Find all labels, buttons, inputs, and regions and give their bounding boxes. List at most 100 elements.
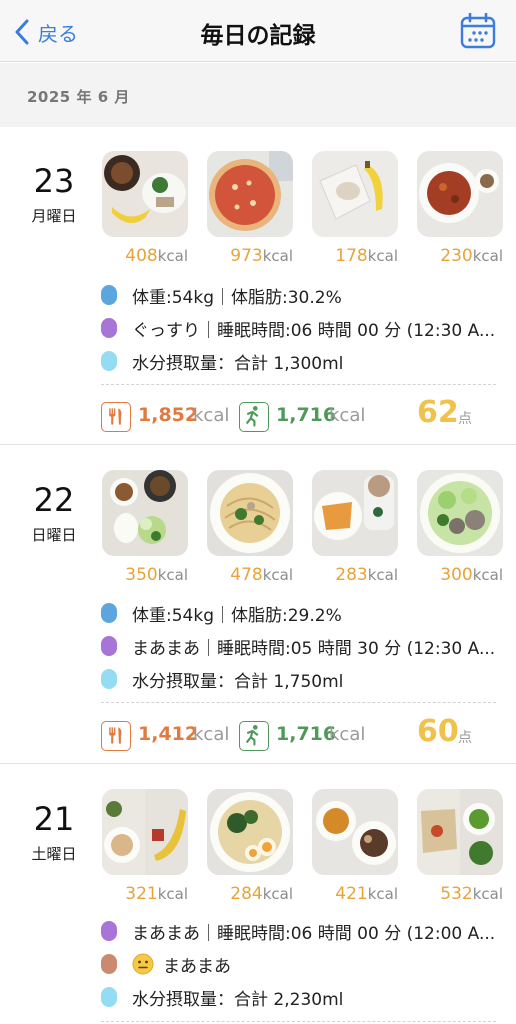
sleep-row: まあまあ｜睡眠時間:05 時間 30 分 (12:30 A...: [101, 634, 496, 659]
intake-kcal: 1,852: [138, 404, 199, 426]
water-row: 水分摂取量：合計 1,300ml: [101, 349, 344, 374]
weight-text: 体重:54kg｜体脂肪:30.2%: [132, 287, 342, 308]
kcal-value: 973: [230, 246, 263, 266]
intake-unit: kcal: [193, 405, 230, 426]
meal-photo[interactable]: [207, 151, 293, 237]
meal-photo[interactable]: [312, 789, 398, 875]
weekday-label: 日曜日: [31, 526, 77, 544]
score-unit: 点: [458, 411, 472, 427]
day-record[interactable]: 21 土曜日 321kcal 284kcal 421kcal 532kcal ま…: [0, 765, 516, 1024]
kcal-unit: kcal: [157, 566, 188, 584]
meal-kcal: 408kcal: [98, 246, 188, 266]
burn-unit: kcal: [329, 724, 366, 745]
water-row: 水分摂取量：合計 1,750ml: [101, 667, 343, 692]
kcal-unit: kcal: [262, 566, 293, 584]
running-person-icon: [239, 721, 269, 751]
daily-score: 60: [417, 714, 459, 749]
kcal-value: 532: [440, 884, 473, 904]
divider: [101, 1021, 496, 1022]
kcal-value: 284: [230, 884, 263, 904]
meal-kcal: 300kcal: [413, 565, 503, 585]
weight-dot-icon: [101, 285, 117, 305]
sleep-dot-icon: [101, 921, 117, 941]
meal-kcal: 478kcal: [203, 565, 293, 585]
meal-photo[interactable]: [417, 789, 503, 875]
water-dot-icon: [101, 987, 117, 1007]
meal-photo[interactable]: [207, 789, 293, 875]
kcal-value: 230: [440, 246, 473, 266]
daily-score: 62: [417, 395, 459, 430]
burn-kcal: 1,716: [276, 723, 337, 745]
meal-photo[interactable]: [312, 151, 398, 237]
water-row: 水分摂取量：合計 2,230ml: [101, 985, 344, 1010]
kcal-unit: kcal: [157, 885, 188, 903]
fork-knife-icon: [101, 402, 131, 432]
sleep-row: まあまあ｜睡眠時間:06 時間 00 分 (12:00 A...: [101, 919, 496, 944]
kcal-value: 300: [440, 565, 473, 585]
month-label: 2025 年 6 月: [27, 88, 130, 106]
page-title: 毎日の記録: [200, 23, 316, 49]
meal-photo[interactable]: [417, 151, 503, 237]
weight-row: 体重:54kg｜体脂肪:30.2%: [101, 283, 342, 308]
kcal-value: 421: [335, 884, 368, 904]
sleep-row: ぐっすり｜睡眠時間:06 時間 00 分 (12:30 A...: [101, 316, 496, 341]
kcal-unit: kcal: [367, 885, 398, 903]
kcal-unit: kcal: [472, 247, 503, 265]
meal-photo[interactable]: [417, 470, 503, 556]
sleep-dot-icon: [101, 318, 117, 338]
water-text: 水分摂取量：合計 2,230ml: [132, 989, 344, 1010]
meal-kcal: 178kcal: [308, 246, 398, 266]
kcal-value: 350: [125, 565, 158, 585]
nav-bar: 戻る 毎日の記録: [0, 0, 516, 62]
meal-kcal: 350kcal: [98, 565, 188, 585]
intake-kcal: 1,412: [138, 723, 199, 745]
summary-row: 1,412 kcal 1,716 kcal 60 点: [101, 714, 501, 752]
water-text: 水分摂取量：合計 1,300ml: [132, 353, 344, 374]
meal-kcal: 973kcal: [203, 246, 293, 266]
sleep-text: まあまあ｜睡眠時間:05 時間 30 分 (12:30 A...: [132, 638, 496, 659]
meal-photo[interactable]: [312, 470, 398, 556]
sleep-text: まあまあ｜睡眠時間:06 時間 00 分 (12:00 A...: [132, 923, 496, 944]
day-record[interactable]: 22 日曜日 350kcal 478kcal 283kcal 300kcal 体…: [0, 446, 516, 764]
running-person-icon: [239, 402, 269, 432]
divider: [101, 384, 496, 385]
weight-text: 体重:54kg｜体脂肪:29.2%: [132, 605, 342, 626]
kcal-value: 321: [125, 884, 158, 904]
meal-kcal: 532kcal: [413, 884, 503, 904]
sleep-text: ぐっすり｜睡眠時間:06 時間 00 分 (12:30 A...: [132, 320, 496, 341]
burn-kcal: 1,716: [276, 404, 337, 426]
day-separator: [0, 444, 516, 445]
intake-unit: kcal: [193, 724, 230, 745]
kcal-unit: kcal: [472, 885, 503, 903]
kcal-unit: kcal: [262, 885, 293, 903]
kcal-value: 283: [335, 565, 368, 585]
summary-row: 1,852 kcal 1,716 kcal 62 点: [101, 395, 501, 433]
weight-dot-icon: [101, 603, 117, 623]
mood-dot-icon: [101, 954, 117, 974]
meal-photo[interactable]: [102, 789, 188, 875]
date-number: 22: [33, 481, 75, 519]
day-separator: [0, 763, 516, 764]
kcal-unit: kcal: [367, 247, 398, 265]
calendar-button[interactable]: [460, 12, 496, 49]
kcal-unit: kcal: [262, 247, 293, 265]
meal-photo[interactable]: [102, 470, 188, 556]
water-dot-icon: [101, 669, 117, 689]
neutral-face-icon: [132, 953, 154, 975]
day-record[interactable]: 23 月曜日 408kcal 973kcal 178kcal 230kcal 体…: [0, 127, 516, 445]
fork-knife-icon: [101, 721, 131, 751]
water-dot-icon: [101, 351, 117, 371]
kcal-unit: kcal: [157, 247, 188, 265]
kcal-unit: kcal: [367, 566, 398, 584]
meal-photo[interactable]: [207, 470, 293, 556]
weekday-label: 月曜日: [31, 207, 77, 225]
meal-kcal: 230kcal: [413, 246, 503, 266]
date-number: 21: [33, 800, 75, 838]
kcal-value: 408: [125, 246, 158, 266]
weekday-label: 土曜日: [31, 845, 77, 863]
meal-kcal: 321kcal: [98, 884, 188, 904]
divider: [101, 702, 496, 703]
sleep-dot-icon: [101, 636, 117, 656]
calendar-icon: [460, 12, 496, 49]
meal-photo[interactable]: [102, 151, 188, 237]
